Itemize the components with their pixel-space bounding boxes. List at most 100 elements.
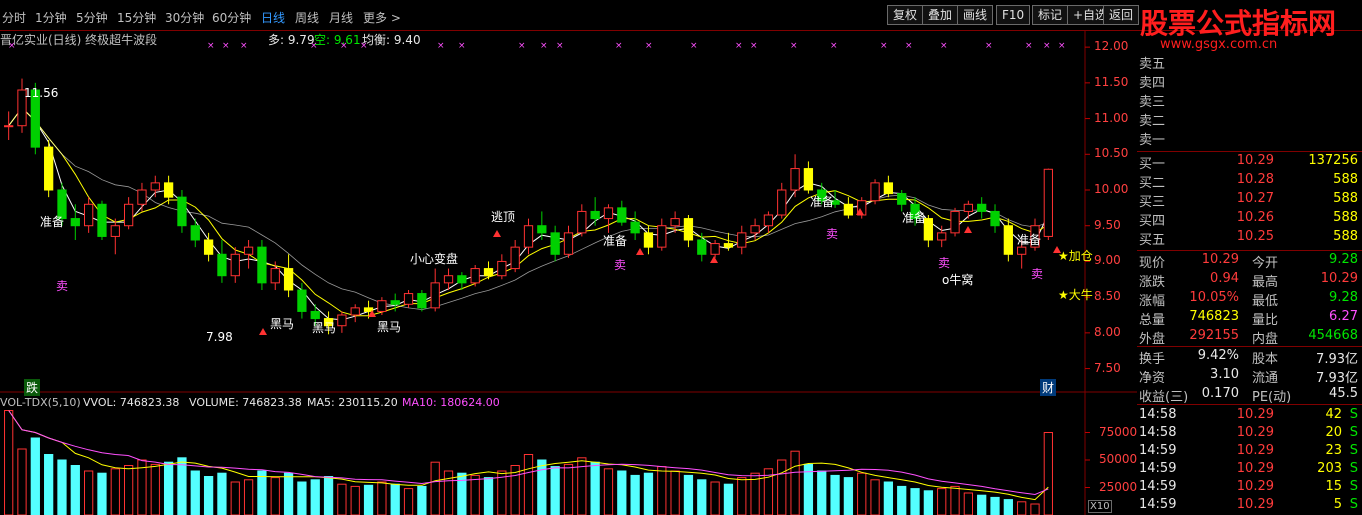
quote-row: 总量 746823 量比 6.27 (1137, 308, 1362, 328)
diejia-button[interactable]: 叠加 (922, 5, 959, 25)
tick-row: 14:58 10.29 20 S (1137, 424, 1362, 443)
tab-5min[interactable]: 5分钟 (76, 9, 108, 26)
stat-row: 净资 3.10 流通 7.93亿 (1137, 366, 1362, 386)
volume-bar (70, 465, 80, 515)
signal-marker: × (240, 41, 248, 51)
tick-side: S (1349, 443, 1358, 458)
tab-60min[interactable]: 60分钟 (212, 9, 251, 26)
sell-row: 卖一 (1137, 128, 1362, 148)
price-tick-label: 9.00 (1094, 253, 1121, 268)
buy-vol: 588 (1333, 229, 1358, 244)
volume-bar (870, 479, 880, 515)
sell-row: 卖四 (1137, 71, 1362, 91)
volume-tick-label: 25000 (1099, 479, 1138, 494)
candle-body (603, 207, 614, 220)
candle-body (44, 146, 54, 191)
quote-label: 内盘 (1252, 332, 1279, 347)
candle-body (523, 225, 534, 248)
candle-body (403, 293, 414, 305)
huaxian-button[interactable]: 画线 (957, 5, 994, 25)
buy-vol: 137256 (1308, 153, 1358, 168)
volume-bar (163, 461, 174, 515)
mai-label-5: 卖 (1031, 267, 1044, 281)
signal-marker: × (1025, 41, 1033, 51)
price-tick-label: 12.00 (1094, 39, 1129, 54)
candle-body (710, 243, 720, 255)
duo-value: 多: 9.79 (268, 33, 315, 47)
zhunbei-label-5: 准备 (1017, 233, 1042, 247)
tab-30min[interactable]: 30分钟 (165, 9, 204, 26)
volume-bar (777, 459, 787, 515)
back-button[interactable]: 返回 (1103, 5, 1140, 25)
volume-bar (843, 477, 854, 515)
signal-marker: × (645, 41, 653, 51)
buy-label: 买一 (1139, 157, 1166, 172)
quote-label: 外盘 (1139, 332, 1166, 347)
tick-side: S (1349, 407, 1358, 422)
volume-tick-label: 75000 (1099, 424, 1138, 439)
candle-body (883, 182, 894, 195)
price-tick-label: 8.50 (1094, 289, 1121, 304)
fuquan-button[interactable]: 复权 (887, 5, 924, 25)
stat-row: 换手 9.42% 股本 7.93亿 (1137, 347, 1362, 367)
candle-body (483, 268, 494, 277)
stat-label: 股本 (1252, 352, 1279, 367)
tab-monthly[interactable]: 月线 (329, 9, 353, 26)
volume-bar (217, 472, 227, 515)
signal-marker: × (222, 41, 230, 51)
buy-vol: 588 (1333, 172, 1358, 187)
tab-15min[interactable]: 15分钟 (117, 9, 156, 26)
tick-row: 14:59 10.29 5 S (1137, 496, 1362, 515)
volume-tick-label: 50000 (1099, 452, 1138, 466)
tick-side: S (1349, 425, 1358, 440)
buy-price: 10.25 (1236, 229, 1274, 244)
price-tick-label: 10.00 (1094, 182, 1129, 196)
tab-daily[interactable]: 日线 (261, 9, 285, 26)
f10-button[interactable]: F10 (996, 5, 1031, 25)
quote-value: 10.05% (1189, 290, 1239, 305)
candle-body (617, 207, 627, 223)
volume-bar (390, 483, 400, 515)
tab-weekly[interactable]: 周线 (295, 9, 319, 26)
candle-body (990, 210, 1000, 227)
volume-bar (603, 468, 614, 515)
price-tick-label: 8.00 (1094, 324, 1121, 339)
quote-row: 现价 10.29 今开 9.28 (1137, 251, 1362, 271)
tab-fenshi[interactable]: 分时 (2, 9, 26, 26)
jiacang-label: ★加仓 (1058, 249, 1093, 263)
heima-label-3: 黑马 (377, 320, 402, 334)
volume-bar (550, 466, 560, 515)
candle-body (803, 168, 814, 191)
signal-marker: × (437, 41, 445, 51)
candle-body (337, 314, 347, 327)
tab-1min[interactable]: 1分钟 (35, 9, 67, 26)
candle-body (123, 203, 134, 227)
volume-bar (123, 465, 134, 515)
signal-marker: × (735, 41, 743, 51)
signal-marker: × (905, 41, 913, 51)
sell-row: 卖五 (1137, 52, 1362, 72)
tick-time: 14:59 (1139, 461, 1177, 476)
biaoji-button[interactable]: 标记 (1032, 5, 1069, 25)
candle-body (217, 253, 227, 277)
vol-indicator-name: VOL-TDX(5,10) (0, 396, 81, 409)
quote-value: 9.28 (1329, 252, 1358, 267)
quote-value: 454668 (1308, 328, 1358, 343)
candle-body (1043, 168, 1053, 237)
niuwo-label: o牛窝 (942, 273, 974, 287)
candle-body (497, 260, 507, 277)
buy-price: 10.27 (1236, 191, 1274, 206)
buy-row: 买四 10.26 588 (1137, 209, 1362, 229)
ma5-value: MA5: 230115.20 (307, 396, 398, 409)
zhunbei-label-3: 准备 (810, 195, 835, 209)
zhunbei-label-1: 准备 (40, 215, 65, 229)
buy-price: 10.26 (1236, 210, 1274, 225)
tab-more[interactable]: 更多 > (363, 9, 401, 26)
stat-label: PE(动) (1252, 390, 1292, 405)
buy-price: 10.28 (1236, 172, 1274, 187)
tick-side: S (1349, 461, 1358, 476)
candle-body (1017, 246, 1027, 255)
tick-price: 10.29 (1236, 443, 1274, 458)
candle-body (70, 218, 80, 227)
tick-time: 14:58 (1139, 407, 1177, 422)
